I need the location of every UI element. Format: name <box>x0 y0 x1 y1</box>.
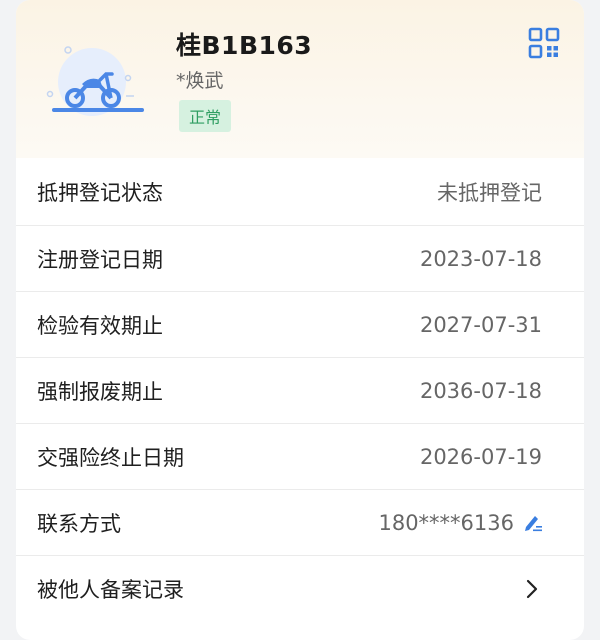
row-value: 未抵押登记 <box>437 177 542 207</box>
list-item-registration-date: 注册登记日期 2023-07-18 <box>16 225 584 291</box>
row-label: 联系方式 <box>37 511 121 536</box>
motorcycle-icon <box>46 46 144 116</box>
row-label: 被他人备案记录 <box>37 577 184 602</box>
vehicle-info-card: 桂B1B163 *焕武 正常 抵押登记状态 未抵押登记 注册登记日期 2023-… <box>16 0 584 640</box>
row-label: 抵押登记状态 <box>37 181 163 205</box>
owner-name: *焕武 <box>176 70 224 92</box>
list-item-filing-records[interactable]: 被他人备案记录 <box>16 555 584 621</box>
row-value: 2027-07-31 <box>420 313 542 337</box>
row-label: 注册登记日期 <box>37 247 163 272</box>
row-value: 2036-07-18 <box>420 379 542 403</box>
list-item-mortgage-status: 抵押登记状态 未抵押登记 <box>16 159 584 225</box>
inspection-date-value: 2027-07-31 <box>419 312 542 337</box>
list-item-contact[interactable]: 联系方式 180****6136 <box>16 489 584 555</box>
list-item-scrap-deadline: 强制报废期止 2036-07-18 <box>16 357 584 423</box>
qrcode-icon[interactable] <box>528 27 560 59</box>
phone-value: 180****6136 <box>378 510 514 535</box>
vehicle-header: 桂B1B163 *焕武 正常 <box>16 0 584 158</box>
chevron-right-icon <box>526 579 538 598</box>
list-item-inspection-valid-until: 检验有效期止 2027-07-31 <box>16 291 584 357</box>
row-label: 检验有效期止 <box>37 313 163 338</box>
mortgage-status-value: 未抵押登记 <box>437 181 542 205</box>
list-item-insurance-expiry: 交强险终止日期 2026-07-19 <box>16 423 584 489</box>
vehicle-details-list: 抵押登记状态 未抵押登记 注册登记日期 2023-07-18 检验有效期止 20… <box>16 159 584 621</box>
edit-icon[interactable] <box>522 512 544 534</box>
row-value: 2023-07-18 <box>420 247 542 271</box>
plate-number: 桂B1B163 <box>176 31 313 60</box>
status-badge: 正常 <box>179 100 232 132</box>
row-value: 180****6136 <box>378 511 544 535</box>
insurance-date-value: 2026-07-19 <box>419 444 542 469</box>
registration-date-value: 2023-07-18 <box>419 246 542 271</box>
row-label: 强制报废期止 <box>37 379 163 404</box>
row-label: 交强险终止日期 <box>37 445 184 470</box>
row-value: 2026-07-19 <box>420 445 542 469</box>
scrap-date-value: 2036-07-18 <box>419 378 542 403</box>
